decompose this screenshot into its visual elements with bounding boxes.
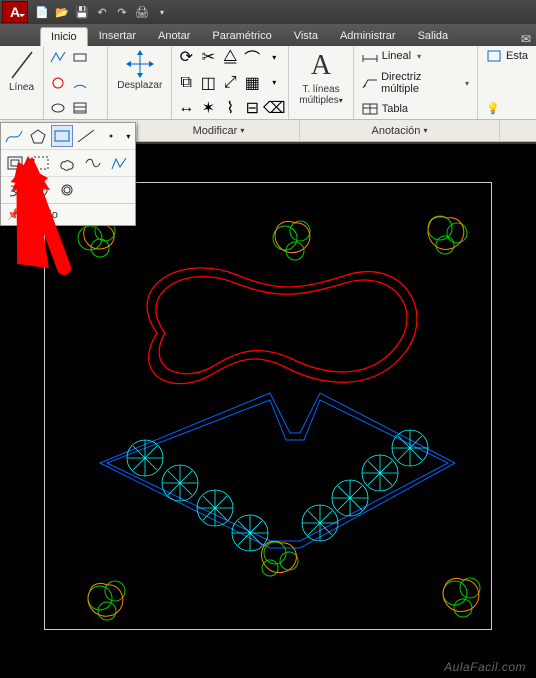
mirror-icon[interactable]: ⧋ [220,48,240,66]
rect-icon[interactable] [70,48,90,66]
tab-inicio[interactable]: Inicio [40,27,88,46]
tab-vista[interactable]: Vista [283,26,329,46]
linea-label: Línea [9,82,34,93]
array-icon[interactable]: ▦ [242,74,262,92]
rotate-icon[interactable]: ⟳ [176,48,196,66]
directriz-button[interactable]: Directriz múltiple [358,69,473,97]
new-icon[interactable]: 📄 [34,4,50,20]
erase-icon[interactable]: ⌫ [264,99,284,117]
watermark: AulaFacil.com [444,660,526,674]
mtext-icon[interactable]: A [311,50,331,82]
trim-icon[interactable]: ✂ [198,48,218,66]
mtext-label: T. líneas múltiples▾ [299,84,342,106]
chevron-down-icon[interactable]: ▾ [264,74,284,92]
ellipse-icon[interactable] [48,99,68,117]
tab-salida[interactable]: Salida [407,26,460,46]
move-icon[interactable] [126,50,154,78]
anotacion-panel-label[interactable]: Anotación ▾ [300,120,500,141]
panel-right-cut: Esta 💡 [478,46,536,119]
titlebar: A 📄 📂 💾 ↶ ↷ 🖨 ▾ [0,0,536,24]
xline-icon[interactable] [75,125,97,147]
dimension-icon [362,50,378,62]
fillet-icon[interactable]: ⌒ [242,48,262,66]
panel-annotation-cmds: Lineal Directriz múltiple Tabla [354,46,478,119]
flyout-drop-icon[interactable]: ▾ [124,125,133,147]
tab-parametrico[interactable]: Paramétrico [201,26,282,46]
quick-access-toolbar: 📄 📂 💾 ↶ ↷ 🖨 ▾ [34,4,170,20]
mail-icon[interactable]: ✉ [516,32,536,46]
undo-icon[interactable]: ↶ [94,4,110,20]
lineal-button[interactable]: Lineal [358,48,473,64]
esta-button[interactable]: Esta [482,48,532,64]
rectangle-icon[interactable] [51,125,73,147]
panel-draw-small [44,46,108,119]
open-icon[interactable]: 📂 [54,4,70,20]
save-icon[interactable]: 💾 [74,4,90,20]
panel-text: A T. líneas múltiples▾ [289,46,353,119]
line-icon[interactable] [10,50,34,80]
explode-icon[interactable]: ✶ [198,99,218,117]
redo-icon[interactable]: ↷ [114,4,130,20]
spline-icon[interactable] [3,125,25,147]
offset-icon[interactable]: ◫ [198,74,218,92]
sheet-icon [486,50,502,62]
ribbon-tabs: Inicio Insertar Anotar Paramétrico Vista… [0,24,536,46]
point-icon[interactable] [100,125,122,147]
panel-modify: ⟳ ✂ ⧋ ⌒ ▾ ⧉ ◫ ⤢ ▦ ▾ ↔ ✶ ⌇ ⊟ ⌫ [172,46,289,119]
hatch-icon[interactable] [70,99,90,117]
drawing-svg [45,183,493,631]
join-icon[interactable]: ⌇ [220,99,240,117]
arc-icon[interactable] [70,74,90,92]
panel-linea: Línea [0,46,44,119]
tab-administrar[interactable]: Administrar [329,26,407,46]
modificar-panel-label[interactable]: Modificar ▾ [138,120,300,141]
3dpoly-icon[interactable] [107,152,131,174]
drawing-frame [44,182,492,630]
leader-icon [362,77,377,89]
tab-insertar[interactable]: Insertar [88,26,147,46]
polygon-icon[interactable] [27,125,49,147]
polyline-icon[interactable] [48,48,68,66]
print-icon[interactable]: 🖨 [134,4,150,20]
panel-desplazar: Desplazar [108,46,172,119]
app-menu-button[interactable]: A [2,1,28,23]
bulb-icon[interactable]: 💡 [482,100,532,117]
tab-anotar[interactable]: Anotar [147,26,201,46]
scale-icon[interactable]: ⤢ [220,74,240,92]
copy-icon[interactable]: ⧉ [176,74,196,92]
callout-arrow [6,156,86,276]
qat-dropdown-icon[interactable]: ▾ [154,4,170,20]
circle-icon[interactable] [48,74,68,92]
break-icon[interactable]: ⊟ [242,99,262,117]
ribbon: Línea Desplazar ⟳ ✂ [0,46,536,120]
tabla-button[interactable]: Tabla [358,101,473,117]
chevron-down-icon[interactable]: ▾ [264,48,284,66]
desplazar-label: Desplazar [117,80,162,91]
table-icon [362,103,378,115]
stretch-icon[interactable]: ↔ [176,99,196,117]
